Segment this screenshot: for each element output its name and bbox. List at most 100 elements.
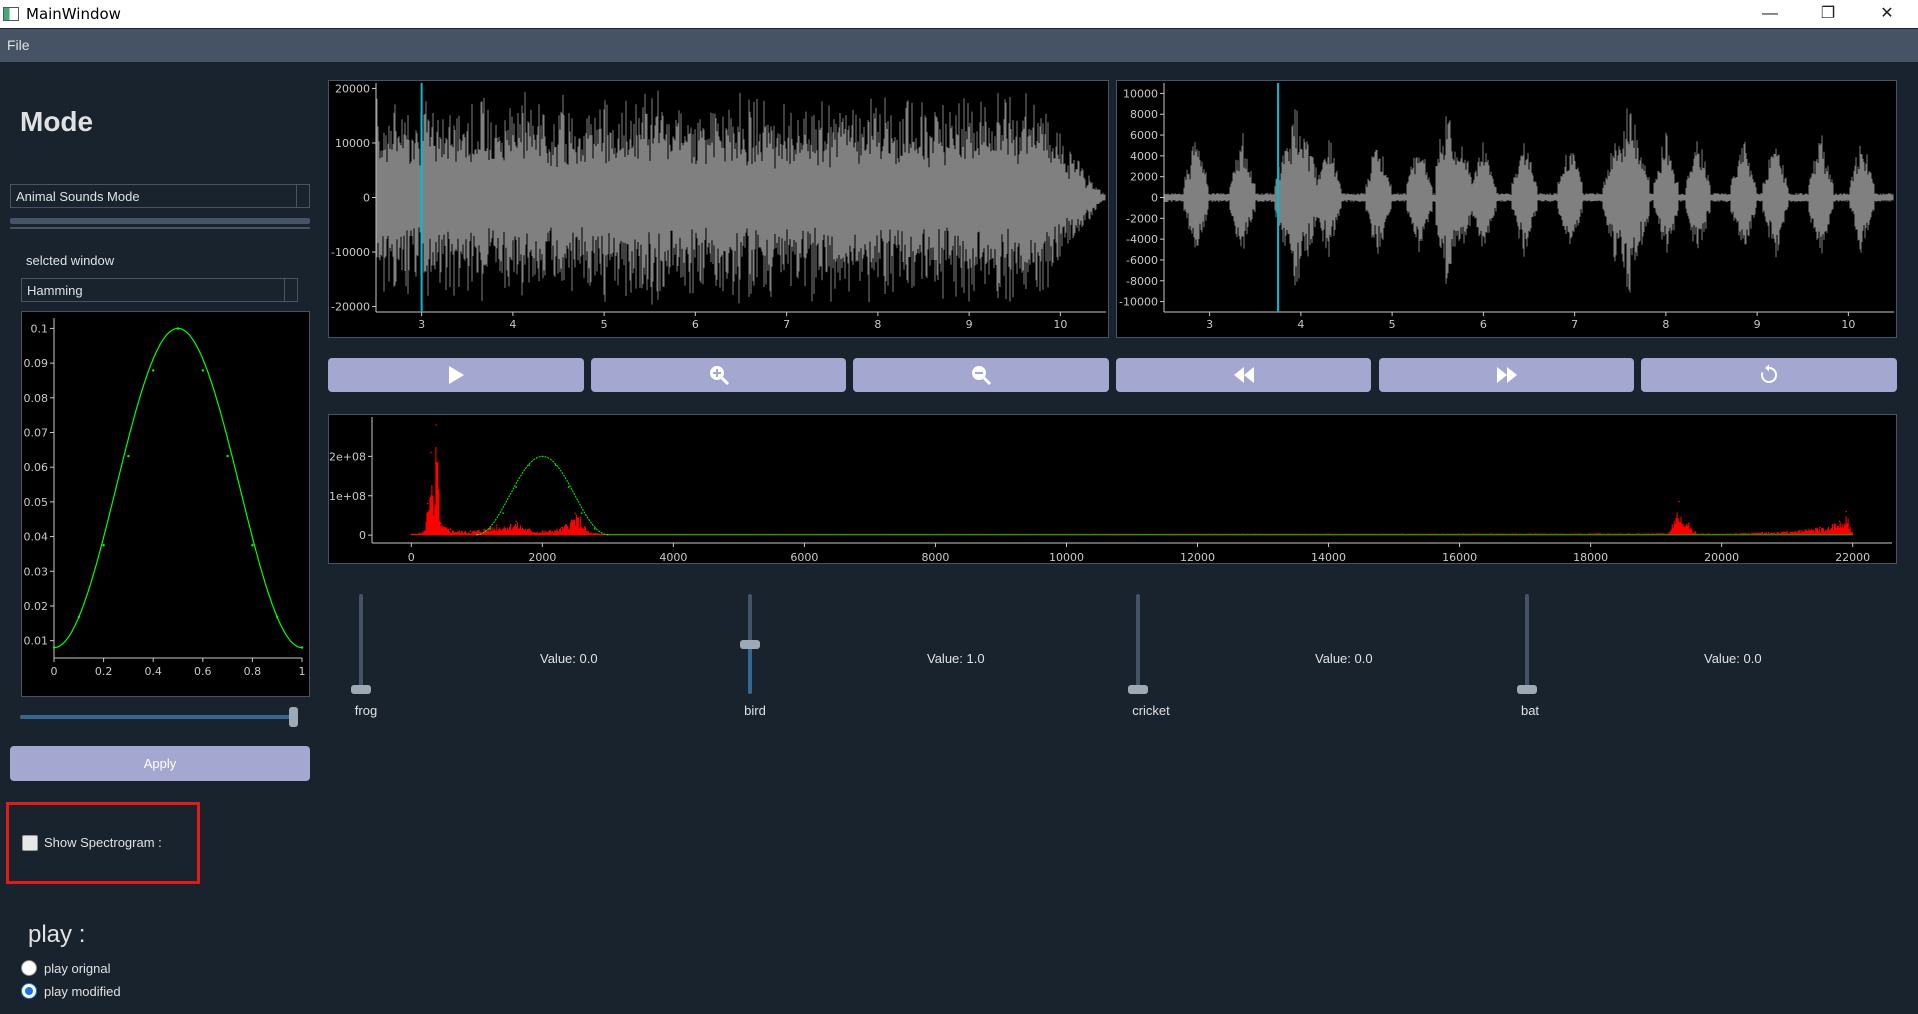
- x-tick-label: 7: [783, 318, 790, 331]
- x-tick-label: 9: [1754, 318, 1761, 331]
- window-point: [276, 615, 279, 619]
- title-bar: MainWindow — ❐ ✕: [0, 0, 1918, 28]
- window-point: [77, 615, 80, 619]
- y-tick-label: 6000: [1130, 129, 1158, 142]
- y-tick-label: 20000: [335, 82, 370, 95]
- mode-select[interactable]: Animal Sounds Mode: [10, 184, 310, 208]
- x-tick-label: 6: [692, 318, 699, 331]
- window-point: [226, 454, 229, 458]
- y-tick-label: 0: [363, 192, 370, 205]
- rewind-icon: [1233, 367, 1254, 383]
- x-tick-label: 3: [1206, 318, 1213, 331]
- slider-handle[interactable]: [289, 707, 298, 727]
- fast-forward-button[interactable]: [1379, 358, 1634, 392]
- slider-frog[interactable]: [351, 594, 371, 694]
- x-tick-label: 3: [418, 318, 425, 331]
- window-overlay-point: [489, 528, 491, 530]
- frequency-plot-svg: 2e+08 1e+08 0 0 2000 4000 6000 8000 10000 12000 14…: [329, 417, 1892, 563]
- window-title: MainWindow: [26, 5, 121, 23]
- slider-handle[interactable]: [1128, 685, 1148, 694]
- zoom-out-icon: [972, 366, 992, 386]
- slider-handle[interactable]: [1517, 685, 1537, 694]
- spectrum-point: [495, 524, 498, 527]
- slider-handle[interactable]: [351, 685, 371, 694]
- x-tick-label: 8000: [921, 551, 949, 563]
- output-signal-plot: 10000 8000 6000 4000 2000 0 -2000 -4000 -6000 -80…: [1116, 80, 1897, 338]
- slider-label-cricket: cricket: [1132, 703, 1170, 718]
- x-tick-label: 16000: [1442, 551, 1477, 563]
- menu-bar: File: [0, 29, 1918, 62]
- window-overlay-point: [580, 512, 583, 514]
- x-tick-label: 12000: [1180, 551, 1215, 563]
- y-tick-label: -10000: [331, 246, 370, 259]
- slider-value-cricket: Value: 0.0: [1315, 651, 1373, 666]
- x-tick-label: 5: [601, 318, 608, 331]
- x-tick-label: 4: [509, 318, 516, 331]
- y-tick-label: -8000: [1126, 275, 1158, 288]
- play-button[interactable]: [328, 358, 584, 392]
- y-tick-label: 1e+08: [329, 490, 366, 503]
- spectrum-point: [561, 526, 563, 529]
- window-overlay: [476, 455, 608, 536]
- reset-button[interactable]: [1641, 358, 1897, 392]
- x-tick-label: 9: [966, 318, 973, 331]
- show-spectrogram-label: Show Spectrogram :: [44, 835, 162, 850]
- y-tick-label: -6000: [1126, 254, 1158, 267]
- play-modified-label: play modified: [44, 984, 121, 999]
- output-signal-svg: 10000 8000 6000 4000 2000 0 -2000 -4000 -6000 -80…: [1119, 83, 1894, 331]
- window-param-slider[interactable]: [20, 707, 298, 727]
- rewind-button[interactable]: [1116, 358, 1371, 392]
- x-tick-label: 10: [1053, 318, 1067, 331]
- play-original-radio[interactable]: [21, 960, 37, 976]
- spectrum-red: [410, 447, 1853, 536]
- y-tick-label: 0.04: [24, 531, 49, 544]
- x-tick-label: 0.8: [244, 665, 262, 678]
- waveform: [1164, 108, 1894, 293]
- spectrum-point: [430, 451, 432, 454]
- maximize-button[interactable]: ❐: [1799, 0, 1857, 28]
- window-overlay-point: [554, 464, 557, 466]
- x-tick-label: 0: [408, 551, 415, 563]
- y-tick-label: 2e+08: [329, 450, 366, 463]
- waveform: [376, 90, 1106, 305]
- y-tick-label: 2000: [1130, 171, 1158, 184]
- spectrum-point: [423, 530, 426, 532]
- y-tick-label: 0: [1151, 192, 1158, 205]
- spectrum-point: [528, 528, 531, 531]
- spectrum-point: [469, 530, 472, 532]
- zoom-out-button[interactable]: [853, 358, 1109, 392]
- window-select[interactable]: Hamming: [21, 278, 298, 302]
- window-plot: 0.01 0.02 0.03 0.04 0.05 0.06 0.07 0.08 0.09 0.1 0…: [21, 311, 310, 697]
- slider-bird[interactable]: [740, 594, 760, 694]
- minimize-button[interactable]: —: [1741, 0, 1799, 28]
- play-modified-radio[interactable]: [21, 983, 37, 999]
- spectrum-point: [439, 522, 442, 525]
- frequency-plot: 2e+08 1e+08 0 0 2000 4000 6000 8000 10000 12000 14…: [328, 414, 1897, 564]
- close-button[interactable]: ✕: [1858, 0, 1916, 28]
- spectrum-point: [433, 518, 436, 521]
- zoom-in-button[interactable]: [591, 358, 846, 392]
- slider-value-bird: Value: 1.0: [927, 651, 985, 666]
- x-tick-label: 14000: [1311, 551, 1346, 563]
- spectrum-point: [1688, 522, 1690, 525]
- window-point: [300, 646, 304, 649]
- window-overlay-point: [515, 486, 517, 488]
- y-tick-label: 0.09: [24, 357, 49, 370]
- window-overlay-point: [528, 464, 531, 466]
- show-spectrogram-checkbox[interactable]: [22, 835, 38, 851]
- y-tick-label: 0.02: [24, 600, 49, 613]
- slider-handle[interactable]: [740, 639, 760, 649]
- app-icon: [3, 7, 19, 21]
- window-point: [127, 454, 130, 458]
- slider-bat[interactable]: [1517, 594, 1537, 694]
- x-tick-label: 2000: [528, 551, 556, 563]
- file-menu[interactable]: File: [7, 37, 30, 53]
- window-overlay-point: [541, 455, 544, 458]
- spectrum-point: [1668, 532, 1671, 534]
- slider-cricket[interactable]: [1128, 594, 1148, 694]
- spectrum-point: [449, 528, 452, 531]
- spectrum-point: [426, 502, 429, 505]
- window-overlay-point: [502, 512, 504, 514]
- apply-button[interactable]: Apply: [10, 746, 310, 781]
- slider-label-frog: frog: [354, 703, 378, 718]
